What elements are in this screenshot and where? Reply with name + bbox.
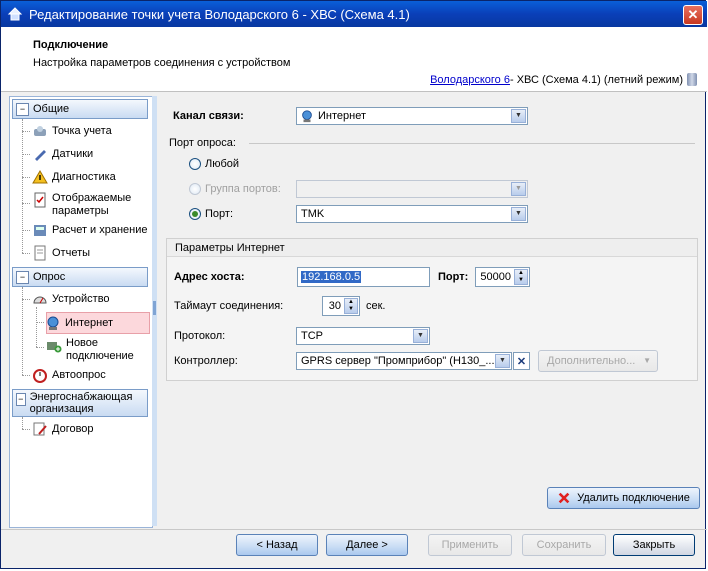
page-subtitle: Настройка параметров соединения с устрой… — [33, 57, 291, 69]
additional-button[interactable]: Дополнительно... ▼ — [538, 350, 658, 372]
chevron-down-icon[interactable]: ▼ — [413, 329, 428, 343]
channel-label: Канал связи: — [173, 110, 244, 122]
nav-item-autopoll[interactable]: Автоопрос — [32, 367, 106, 383]
report-icon — [34, 245, 46, 261]
clear-controller-button[interactable]: ✕ — [513, 352, 530, 370]
timeout-spinner[interactable]: 30 ▲ ▼ — [322, 296, 360, 316]
page-title: Подключение — [33, 39, 109, 51]
close-icon[interactable]: ✕ — [683, 5, 703, 25]
nav-item-internet[interactable]: Интернет — [46, 312, 150, 334]
radio-any-port[interactable] — [189, 158, 201, 170]
nav-item-displayed-params[interactable]: Отображаемые параметры — [32, 192, 144, 218]
nav-item-reports[interactable]: Отчеты — [32, 245, 90, 261]
globe-icon — [302, 110, 312, 123]
trash-icon[interactable] — [687, 73, 697, 86]
collapse-icon[interactable]: − — [16, 102, 29, 116]
nav-item-diagnostics[interactable]: Диагностика — [32, 169, 116, 185]
warning-icon — [32, 170, 48, 184]
chevron-down-icon: ▼ — [511, 182, 526, 196]
panel-splitter[interactable] — [152, 96, 157, 526]
breadcrumb-rest: - ХВС (Схема 4.1) (летний режим) — [509, 73, 683, 86]
close-button[interactable]: Закрыть — [613, 534, 695, 556]
radio-any-label: Любой — [205, 158, 240, 170]
window-title: Редактирование точки учета Володарского … — [29, 6, 410, 22]
title-bar[interactable]: Редактирование точки учета Володарского … — [1, 1, 707, 27]
radio-port-label: Порт: — [205, 208, 233, 220]
gauge-icon — [33, 296, 47, 304]
chevron-down-icon[interactable]: ▼ — [511, 109, 526, 123]
spin-updown-icon[interactable]: ▲ ▼ — [514, 269, 528, 285]
timeout-unit: сек. — [366, 300, 386, 312]
spin-updown-icon[interactable]: ▲ ▼ — [344, 298, 358, 314]
radio-group-label: Группа портов: — [205, 183, 281, 195]
save-button[interactable]: Сохранить — [522, 534, 606, 556]
back-button[interactable]: < Назад — [236, 534, 318, 556]
port-select[interactable]: TMK ▼ — [296, 205, 528, 223]
panel-title: Параметры Интернет — [167, 239, 697, 257]
nav-item-contract[interactable]: Договор — [32, 421, 94, 437]
nav-item-calc-storage[interactable]: Расчет и хранение — [32, 222, 148, 238]
globe-icon — [47, 316, 59, 330]
dialog-window: Редактирование точки учета Володарского … — [0, 0, 707, 569]
connection-form: Канал связи: Интернет ▼ Порт опроса: Люб… — [161, 96, 701, 526]
sensor-icon — [35, 150, 46, 161]
internet-params-panel: Параметры Интернет Адрес хоста: 192.168.… — [166, 238, 698, 381]
port-num-label: Порт: — [438, 271, 469, 283]
checklist-icon — [34, 192, 46, 208]
navigation-panel: − Общие Точка учета Датчики Диагностика … — [9, 96, 153, 528]
nav-item-device[interactable]: Устройство — [32, 291, 110, 307]
nav-item-point[interactable]: Точка учета — [32, 123, 112, 139]
nav-group-general[interactable]: − Общие — [12, 99, 148, 119]
collapse-icon[interactable]: − — [16, 270, 29, 284]
controller-label: Контроллер: — [174, 355, 238, 367]
radio-port[interactable] — [189, 208, 201, 220]
nav-group-energy[interactable]: − Энергоснабжающая организация — [12, 389, 148, 417]
nav-item-new-connection[interactable]: Новое подключение — [46, 337, 146, 363]
timeout-label: Таймаут соединения: — [174, 300, 284, 312]
apply-button[interactable]: Применить — [428, 534, 512, 556]
nav-group-poll[interactable]: − Опрос — [12, 267, 148, 287]
channel-select[interactable]: Интернет ▼ — [296, 107, 528, 125]
alarm-clock-icon — [33, 369, 47, 383]
meter-point-icon — [34, 126, 46, 136]
delete-icon — [558, 492, 570, 504]
chevron-down-icon[interactable]: ▼ — [495, 354, 510, 368]
nav-item-sensors[interactable]: Датчики — [32, 146, 93, 162]
protocol-select[interactable]: TCP ▼ — [296, 327, 430, 345]
next-button[interactable]: Далее > — [326, 534, 408, 556]
protocol-label: Протокол: — [174, 330, 226, 342]
chevron-down-icon[interactable]: ▼ — [511, 207, 526, 221]
wizard-header: Подключение Настройка параметров соедине… — [1, 27, 707, 92]
controller-select[interactable]: GPRS сервер "Промприбор" (H130_... ▼ — [296, 352, 512, 370]
port-num-spinner[interactable]: 50000 ▲ ▼ — [475, 267, 530, 287]
host-input[interactable]: 192.168.0.5 — [297, 267, 430, 287]
clear-icon: ✕ — [516, 355, 527, 368]
house-icon — [7, 7, 23, 21]
object-link[interactable]: Володарского 6 — [430, 74, 510, 86]
host-label: Адрес хоста: — [174, 271, 245, 283]
radio-port-group[interactable] — [189, 183, 201, 195]
chevron-down-icon: ▼ — [643, 356, 651, 365]
delete-connection-button[interactable]: Удалить подключение — [547, 487, 700, 509]
port-group-select[interactable]: ▼ — [296, 180, 528, 198]
calculator-icon — [34, 225, 46, 236]
collapse-icon[interactable]: − — [16, 393, 26, 406]
add-connection-icon — [47, 342, 62, 353]
poll-port-label: Порт опроса: — [169, 137, 236, 149]
contract-icon — [33, 422, 47, 436]
breadcrumb: Володарского 6 - ХВС (Схема 4.1) (летний… — [430, 73, 697, 86]
